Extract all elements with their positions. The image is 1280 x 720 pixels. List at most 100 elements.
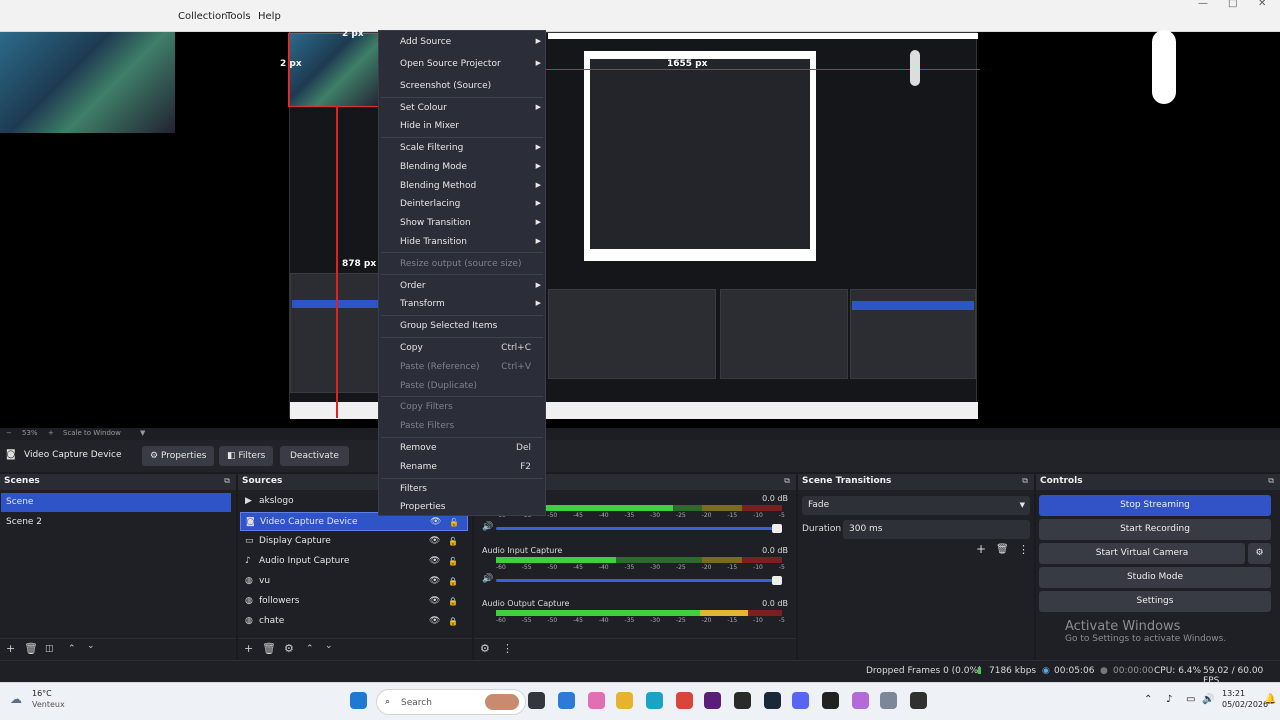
duration-input[interactable]: 300 ms bbox=[843, 520, 1030, 539]
volume-icon[interactable]: 🔊 bbox=[1202, 694, 1214, 705]
chevron-down-icon[interactable]: ▼ bbox=[140, 429, 145, 437]
zoom-in-icon[interactable]: + bbox=[48, 429, 54, 437]
source-item-followers[interactable]: ◍ followers 👁 🔒 bbox=[240, 592, 468, 611]
chrome-icon[interactable] bbox=[676, 692, 693, 709]
chevron-down-icon[interactable]: ⌄ bbox=[87, 641, 95, 651]
filters-button[interactable]: ◧ Filters bbox=[219, 446, 274, 466]
add-icon[interactable]: + bbox=[6, 642, 15, 655]
terminal-icon[interactable] bbox=[734, 692, 751, 709]
menu-open-source-projector[interactable]: Open Source Projector bbox=[400, 59, 501, 69]
menu-properties[interactable]: Properties bbox=[400, 502, 445, 512]
speaker-icon[interactable]: 🔊 bbox=[482, 522, 493, 532]
chevron-up-icon[interactable]: ⌃ bbox=[306, 644, 314, 654]
menu-set-colour[interactable]: Set Colour bbox=[400, 103, 447, 113]
edge-icon[interactable] bbox=[646, 692, 663, 709]
capcut-icon[interactable] bbox=[822, 692, 839, 709]
taskbar-search[interactable]: ⌕ Search bbox=[376, 689, 526, 715]
start-virtual-camera-button[interactable]: Start Virtual Camera bbox=[1039, 543, 1245, 564]
trash-icon[interactable]: 🗑 bbox=[996, 544, 1009, 555]
trash-icon[interactable]: 🗑 bbox=[262, 642, 276, 655]
more-icon[interactable]: ⋮ bbox=[502, 642, 513, 655]
source-item-vu[interactable]: ◍ vu 👁 🔒 bbox=[240, 572, 468, 591]
speaker-icon[interactable]: 🔊 bbox=[482, 574, 493, 584]
clock-time[interactable]: 13:21 bbox=[1222, 689, 1245, 698]
source-item-chate[interactable]: ◍ chate 👁 🔒 bbox=[240, 612, 468, 631]
lock-icon[interactable]: 🔒 bbox=[448, 572, 458, 591]
menu-blending-method[interactable]: Blending Method bbox=[400, 181, 476, 191]
add-icon[interactable]: + bbox=[244, 642, 253, 655]
eye-icon[interactable]: 👁 bbox=[429, 612, 440, 631]
scene-item[interactable]: Scene bbox=[1, 493, 231, 512]
menu-filters[interactable]: Filters bbox=[400, 484, 427, 494]
webcam-source-selected[interactable] bbox=[288, 33, 382, 107]
wifi-icon[interactable]: ▭ bbox=[1186, 694, 1195, 705]
notification-icon[interactable]: 🔔 bbox=[1264, 694, 1276, 705]
steam-icon[interactable] bbox=[764, 692, 781, 709]
trash-icon[interactable]: 🗑 bbox=[24, 642, 38, 655]
preview-canvas[interactable]: 1655 px 2 px 2 px 878 px bbox=[0, 29, 1280, 430]
minimize-icon[interactable]: — bbox=[1198, 0, 1208, 9]
nzxt-icon[interactable] bbox=[704, 692, 721, 709]
eye-icon[interactable]: 👁 bbox=[429, 572, 440, 591]
menu-blending-mode[interactable]: Blending Mode bbox=[400, 162, 467, 172]
add-icon[interactable]: + bbox=[976, 542, 986, 556]
menu-order[interactable]: Order bbox=[400, 281, 426, 291]
clock-date[interactable]: 05/02/2026 bbox=[1222, 700, 1268, 709]
unlock-icon[interactable]: 🔓 bbox=[448, 552, 458, 571]
undock-icon[interactable]: ⧉ bbox=[784, 476, 790, 486]
menu-scale-filtering[interactable]: Scale Filtering bbox=[400, 143, 463, 153]
copilot-icon[interactable] bbox=[588, 692, 605, 709]
volume-slider[interactable] bbox=[496, 524, 782, 533]
lock-icon[interactable]: 🔒 bbox=[448, 612, 458, 631]
menu-rename[interactable]: Rename bbox=[400, 462, 437, 472]
studio-mode-button[interactable]: Studio Mode bbox=[1039, 567, 1271, 588]
slider-handle[interactable] bbox=[772, 576, 782, 585]
scale-to-window[interactable]: Scale to Window bbox=[63, 429, 121, 437]
obs-icon[interactable] bbox=[910, 692, 927, 709]
windows-start-icon[interactable] bbox=[350, 692, 367, 709]
menu-tools[interactable]: Tools bbox=[226, 11, 251, 22]
menu-hide-in-mixer[interactable]: Hide in Mixer bbox=[400, 121, 459, 131]
chevron-up-icon[interactable]: ⌃ bbox=[1144, 694, 1152, 705]
app-icon[interactable] bbox=[852, 692, 869, 709]
menu-transform[interactable]: Transform bbox=[400, 299, 445, 309]
deactivate-button[interactable]: Deactivate bbox=[280, 446, 349, 466]
menu-help[interactable]: Help bbox=[258, 11, 281, 22]
file-explorer-icon[interactable] bbox=[616, 692, 633, 709]
start-recording-button[interactable]: Start Recording bbox=[1039, 519, 1271, 540]
settings-app-icon[interactable] bbox=[880, 692, 897, 709]
close-icon[interactable]: ✕ bbox=[1258, 0, 1266, 9]
slider-handle[interactable] bbox=[772, 524, 782, 533]
store-icon[interactable] bbox=[558, 692, 575, 709]
eye-icon[interactable]: 👁 bbox=[429, 532, 440, 551]
unlock-icon[interactable]: 🔓 bbox=[448, 532, 458, 551]
stop-streaming-button[interactable]: Stop Streaming bbox=[1039, 495, 1271, 516]
menu-collection[interactable]: Collection bbox=[178, 11, 227, 22]
source-item-audio-input[interactable]: ♪ Audio Input Capture 👁 🔓 bbox=[240, 552, 468, 571]
menu-copy[interactable]: Copy bbox=[400, 343, 423, 353]
eye-icon[interactable]: 👁 bbox=[429, 592, 440, 611]
menu-show-transition[interactable]: Show Transition bbox=[400, 218, 471, 228]
menu-screenshot-source[interactable]: Screenshot (Source) bbox=[400, 81, 491, 91]
lock-icon[interactable]: 🔒 bbox=[448, 592, 458, 611]
menu-hide-transition[interactable]: Hide Transition bbox=[400, 237, 467, 247]
menu-group-selected-items[interactable]: Group Selected Items bbox=[400, 321, 497, 331]
menu-add-source[interactable]: Add Source bbox=[400, 37, 451, 47]
volume-slider[interactable] bbox=[496, 576, 782, 585]
properties-button[interactable]: ⚙ Properties bbox=[142, 446, 215, 466]
mic-icon[interactable]: ♪ bbox=[1166, 694, 1172, 705]
source-item-display-capture[interactable]: ▭ Display Capture 👁 🔓 bbox=[240, 532, 468, 551]
chevron-down-icon[interactable]: ⌄ bbox=[325, 641, 333, 651]
scene-item[interactable]: Scene 2 bbox=[1, 513, 231, 532]
gear-icon[interactable]: ⚙ bbox=[284, 642, 294, 655]
zoom-out-icon[interactable]: − bbox=[6, 429, 12, 437]
virtual-camera-settings-button[interactable]: ⚙ bbox=[1248, 543, 1271, 564]
filter-icon[interactable]: ◫ bbox=[45, 644, 54, 654]
eye-icon[interactable]: 👁 bbox=[429, 552, 440, 571]
gear-icon[interactable]: ⚙ bbox=[480, 642, 490, 655]
task-view-icon[interactable] bbox=[528, 692, 545, 709]
more-icon[interactable]: ⋮ bbox=[1018, 543, 1029, 556]
undock-icon[interactable]: ⧉ bbox=[1268, 476, 1274, 486]
webcam-source[interactable] bbox=[0, 32, 175, 133]
menu-deinterlacing[interactable]: Deinterlacing bbox=[400, 199, 460, 209]
